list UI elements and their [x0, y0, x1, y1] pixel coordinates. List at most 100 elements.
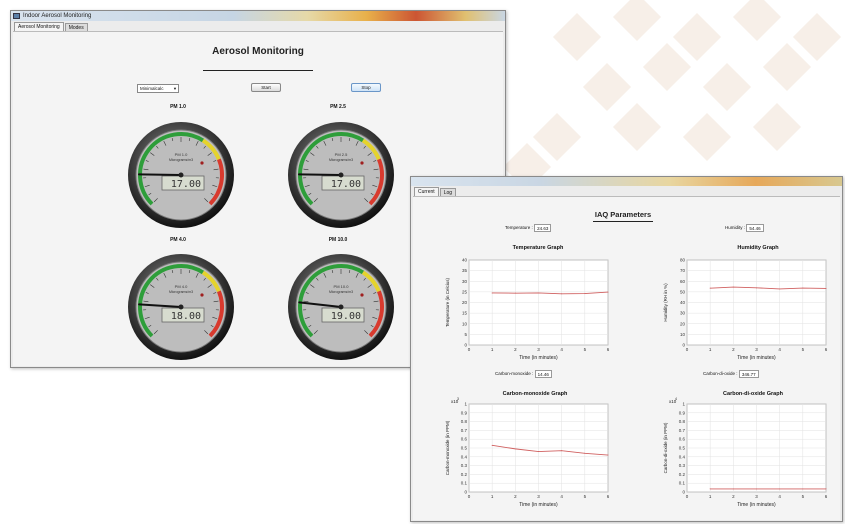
gauge-pm1: PM 1.0Micrograms/m3 17.00 — [128, 122, 234, 228]
gauge-indicator-led — [360, 293, 364, 297]
gauge-hub — [338, 304, 344, 310]
data-point — [584, 293, 586, 295]
start-button[interactable]: Start — [251, 83, 281, 92]
stop-button[interactable]: Stop — [351, 83, 381, 92]
humidity-graph-title: Humidity Graph — [737, 245, 779, 251]
data-point — [584, 452, 586, 454]
gauge-reading: 17.00 — [331, 179, 361, 190]
x-tick-label: 6 — [607, 494, 610, 499]
y-tick-label: 30 — [462, 279, 468, 284]
tab-aerosol-monitoring[interactable]: Aerosol Monitoring — [14, 22, 64, 31]
gauge-needle — [298, 173, 342, 176]
app-icon — [13, 13, 20, 19]
data-point — [709, 287, 711, 289]
x-tick-label: 5 — [584, 347, 587, 352]
iaq-title-underline — [593, 221, 653, 222]
gauge-pm25: PM 2.5Micrograms/m3 17.00 — [288, 122, 394, 228]
y-tick-label: 1 — [464, 402, 467, 407]
data-point — [779, 288, 781, 290]
x-tick-label: 5 — [584, 494, 587, 499]
axis-multiplier-exponent: 4 — [675, 397, 677, 401]
y-tick-label: 40 — [680, 300, 686, 305]
y-tick-label: 0.2 — [461, 472, 468, 477]
gauge-indicator-led — [360, 161, 364, 165]
gauge-inner-title: PM 2.5 — [335, 152, 348, 157]
co2-label: Carbon-di-oxide — [703, 371, 736, 376]
y-tick-label: 0.9 — [679, 410, 686, 415]
iaq-titlebar[interactable] — [411, 177, 842, 186]
y-tick-label: 0.4 — [461, 454, 468, 459]
gauge-inner-title: PM 10.0 — [334, 284, 350, 289]
gauge-hub — [338, 172, 344, 178]
temperature-value: 24.63 — [534, 224, 552, 232]
gauge-reading: 17.00 — [171, 179, 201, 190]
gauge-needle — [138, 173, 182, 176]
x-axis-label: Time (in minutes) — [519, 502, 558, 508]
x-tick-label: 2 — [514, 347, 517, 352]
axis-multiplier-exponent: 3 — [457, 397, 459, 401]
iaq-window: Current Log IAQ Parameters Temperature :… — [410, 176, 843, 522]
x-axis-label: Time (in minutes) — [737, 355, 776, 361]
gauge-indicator-led — [200, 161, 204, 165]
x-tick-label: 0 — [686, 347, 689, 352]
x-tick-label: 3 — [537, 347, 540, 352]
data-point — [756, 488, 757, 490]
gauge-unit: Micrograms/m3 — [329, 290, 353, 294]
data-point — [491, 444, 493, 446]
x-tick-label: 5 — [802, 494, 805, 499]
data-point — [732, 488, 734, 490]
y-tick-label: 5 — [464, 332, 467, 337]
chevron-down-icon: ▼ — [173, 86, 177, 91]
aerosol-titlebar[interactable]: Indoor Aerosol Monitoring — [11, 11, 505, 21]
x-tick-label: 2 — [732, 494, 735, 499]
y-tick-label: 0.9 — [461, 410, 468, 415]
x-tick-label: 1 — [491, 494, 494, 499]
x-tick-label: 6 — [607, 347, 610, 352]
co2-value: 346.77 — [738, 370, 759, 378]
y-tick-label: 0.1 — [679, 481, 686, 486]
x-tick-label: 2 — [514, 494, 517, 499]
x-tick-label: 1 — [709, 347, 712, 352]
tab-log[interactable]: Log — [439, 188, 457, 196]
tab-current[interactable]: Current — [414, 187, 439, 196]
x-tick-label: 0 — [468, 494, 471, 499]
data-point — [709, 488, 711, 490]
x-tick-label: 0 — [686, 494, 689, 499]
y-tick-label: 0.6 — [461, 437, 468, 442]
gauge-hub — [178, 304, 184, 310]
data-point — [756, 287, 757, 289]
co2-chart: 0 1 2 3 4 5 600.10.20.30.40.50.60.70.80.91Time… — [663, 397, 828, 508]
x-tick-label: 4 — [778, 494, 781, 499]
y-tick-label: 0.3 — [461, 463, 468, 468]
y-tick-label: 35 — [462, 268, 468, 273]
page-title: Aerosol Monitoring — [212, 46, 304, 57]
gauge-label-pm4: PM 4.0 — [170, 237, 186, 243]
y-tick-label: 15 — [462, 311, 468, 316]
x-tick-label: 3 — [537, 494, 540, 499]
gauge-pm4: PM 4.0Micrograms/m3 18.00 — [128, 254, 234, 360]
data-point — [514, 292, 516, 294]
x-tick-label: 4 — [778, 347, 781, 352]
temperature-field: Temperature : 24.63 — [505, 224, 552, 232]
co-field: Carbon-monoxide : 14.46 — [495, 370, 552, 378]
data-point — [802, 287, 804, 289]
data-point — [825, 287, 827, 289]
y-tick-label: 0.3 — [679, 463, 686, 468]
gauge-pm10: PM 10.0Micrograms/m3 19.00 — [288, 254, 394, 360]
data-point — [825, 488, 827, 490]
tab-modes[interactable]: Modes — [64, 23, 88, 31]
mode-select[interactable]: Minimalcalc ▼ — [137, 84, 179, 93]
x-tick-label: 2 — [732, 347, 735, 352]
gauge-unit: Micrograms/m3 — [169, 290, 193, 294]
iaq-panel: IAQ Parameters Temperature : 24.63 Humid… — [413, 196, 840, 520]
data-point — [732, 286, 734, 288]
gauge-inner-title: PM 4.0 — [175, 284, 188, 289]
gauge-label-pm25: PM 2.5 — [330, 104, 346, 110]
y-tick-label: 0.8 — [461, 419, 468, 424]
x-tick-label: 1 — [709, 494, 712, 499]
y-tick-label: 20 — [680, 321, 686, 326]
y-tick-label: 50 — [680, 289, 686, 294]
gauge-label-pm1: PM 1.0 — [170, 104, 186, 110]
y-tick-label: 0.8 — [679, 419, 686, 424]
mode-select-value: Minimalcalc — [140, 86, 164, 91]
